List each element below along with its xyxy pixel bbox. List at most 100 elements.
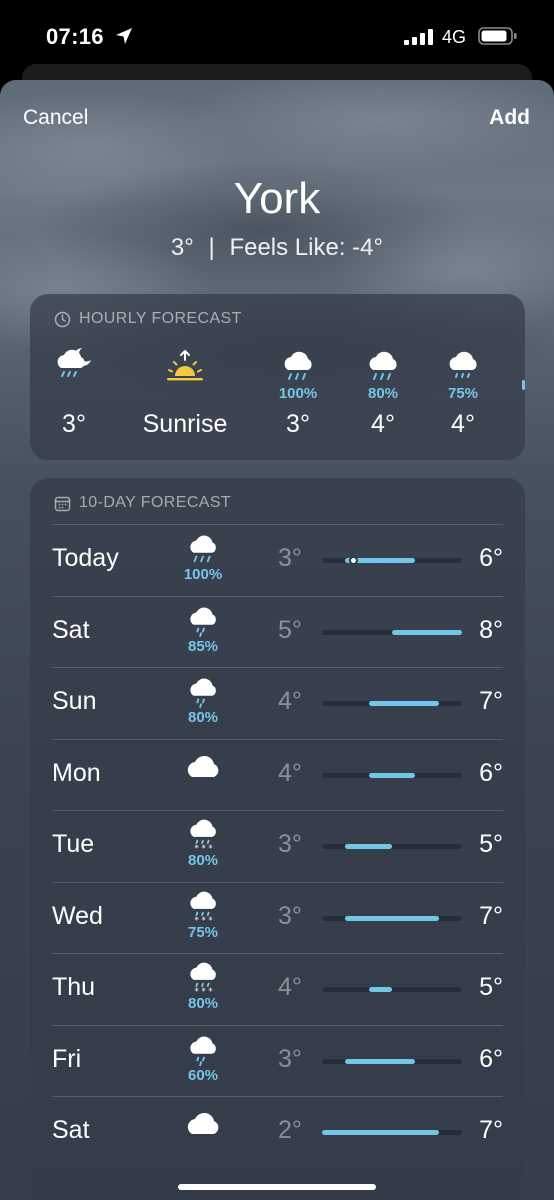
temp-range-bar	[392, 629, 462, 635]
day-label: Wed	[52, 901, 103, 930]
day-label: Sun	[52, 687, 97, 715]
current-temp-dot	[348, 555, 358, 565]
forecast-day-row[interactable]: Sun 80% 4° 7°	[30, 667, 525, 739]
svg-text:* * *: * * *	[195, 844, 213, 852]
weather-condition: * * * 80%	[180, 961, 226, 1013]
home-indicator[interactable]	[178, 1184, 376, 1190]
forecast-day-row[interactable]: Sat 2° 7°	[30, 1096, 525, 1168]
current-conditions: 3° | Feels Like: -4°	[0, 234, 554, 262]
temp-range-track	[322, 1130, 462, 1135]
location-arrow-icon	[116, 28, 132, 44]
high-temp: 7°	[479, 1116, 503, 1144]
forecast-day-row[interactable]: Thu * * * 80% 4° 5°	[30, 953, 525, 1025]
day-label: Fri	[52, 1044, 82, 1073]
high-temp: 5°	[479, 830, 503, 858]
network-type: 4G	[442, 27, 467, 47]
precip-chance: 85%	[187, 637, 219, 655]
hourly-item: 75% 4°	[413, 344, 513, 439]
status-bar: 07:16 4G	[0, 0, 554, 70]
temp-range-track	[322, 701, 462, 706]
current-temp: 3°	[170, 234, 194, 261]
temp-range-track	[322, 629, 462, 635]
cloud-moon-rain-icon	[57, 348, 91, 377]
forecast-day-row[interactable]: Tue * * * 80% 3° 5°	[30, 810, 525, 882]
city-name: York	[233, 174, 321, 223]
low-temp: 4°	[278, 758, 302, 787]
forecast-day-row[interactable]: Fri 60% 3° 6°	[30, 1024, 525, 1097]
hourly-pct: 75%	[447, 385, 479, 402]
cloud-drizzle-icon	[180, 604, 226, 638]
high-temp: 5°	[479, 973, 503, 1001]
feels-like: Feels Like: -4°	[229, 234, 384, 261]
row-divider	[52, 1024, 503, 1026]
hourly-item: 3°	[30, 344, 124, 439]
scroll-hint	[522, 380, 525, 390]
high-temp: 7°	[479, 687, 503, 715]
precip-chance: 100%	[183, 566, 223, 583]
high-temp: 6°	[479, 758, 503, 787]
add-button[interactable]: Add	[489, 106, 530, 130]
separator: |	[208, 234, 215, 261]
precip-chance: 75%	[187, 923, 219, 941]
temp-range-track	[322, 987, 462, 992]
precip-chance: 80%	[187, 852, 219, 869]
ten-day-header-label: 10-DAY FORECAST	[79, 494, 232, 511]
weather-condition	[180, 1104, 226, 1138]
day-label: Sat	[52, 615, 90, 644]
weather-condition: 80%	[180, 675, 226, 727]
high-temp: 7°	[479, 901, 503, 930]
day-label: Tue	[52, 830, 95, 858]
temp-range-track	[322, 844, 462, 849]
cloud-icon	[180, 1104, 226, 1138]
row-divider	[52, 881, 503, 883]
cancel-button[interactable]: Cancel	[23, 106, 88, 130]
svg-text:* * *: * * *	[195, 987, 213, 995]
forecast-day-row[interactable]: Today 100% 3° 6°	[30, 524, 525, 596]
add-location-sheet: Cancel Add York 3° | Feels Like: -4° HOU…	[0, 80, 554, 1200]
temp-range-bar	[368, 701, 439, 706]
calendar-icon	[54, 496, 71, 511]
day-label: Thu	[52, 973, 96, 1001]
temp-range-track	[322, 555, 462, 565]
forecast-day-row[interactable]: Wed * * * 75% 3° 7°	[30, 881, 525, 954]
temp-range-bar	[368, 772, 416, 778]
temp-range-bar	[368, 987, 392, 992]
row-divider	[52, 953, 503, 954]
row-divider	[52, 524, 503, 525]
day-label: Today	[52, 544, 119, 572]
hourly-temp: Sunrise	[142, 410, 228, 438]
hourly-header-label: HOURLY FORECAST	[79, 310, 242, 327]
weather-condition: 85%	[180, 604, 226, 656]
clock-icon	[54, 311, 71, 327]
day-label: Sat	[52, 1116, 90, 1144]
row-divider	[52, 738, 503, 740]
temp-range-track	[322, 1058, 462, 1064]
low-temp: 4°	[278, 687, 302, 715]
temp-range-track	[322, 915, 462, 921]
low-temp: 3°	[278, 1044, 302, 1073]
low-temp: 5°	[278, 615, 302, 644]
hourly-pct	[135, 384, 235, 404]
forecast-day-row[interactable]: Sat 85% 5° 8°	[30, 595, 525, 668]
low-temp: 3°	[278, 830, 302, 858]
ten-day-header: 10-DAY FORECAST	[54, 494, 231, 512]
cloud-drizzle-icon	[449, 351, 477, 378]
weather-condition	[180, 747, 226, 781]
sunrise-icon	[167, 350, 203, 381]
low-temp: 3°	[278, 901, 302, 930]
cloud-sleet-icon: * * *	[180, 961, 226, 995]
hourly-temp: 4°	[451, 410, 475, 438]
cloud-drizzle-icon	[180, 1033, 226, 1067]
precip-chance: 80%	[187, 995, 219, 1012]
hourly-forecast-card[interactable]: HOURLY FORECAST 3° Sunrise 100% 3° 80% 4…	[30, 294, 525, 460]
low-temp: 4°	[278, 973, 302, 1001]
precip-chance: 80%	[187, 709, 219, 726]
temp-range-bar	[345, 844, 392, 849]
high-temp: 6°	[479, 1044, 503, 1073]
cloud-rain-icon	[369, 351, 397, 380]
cloud-rain-icon	[284, 351, 312, 380]
forecast-day-row[interactable]: Mon 4° 6°	[30, 738, 525, 811]
ten-day-forecast-card[interactable]: 10-DAY FORECAST Today 100% 3° 6° Sat 85%…	[30, 478, 525, 1200]
row-divider	[52, 595, 503, 597]
signal-icon	[404, 29, 433, 45]
